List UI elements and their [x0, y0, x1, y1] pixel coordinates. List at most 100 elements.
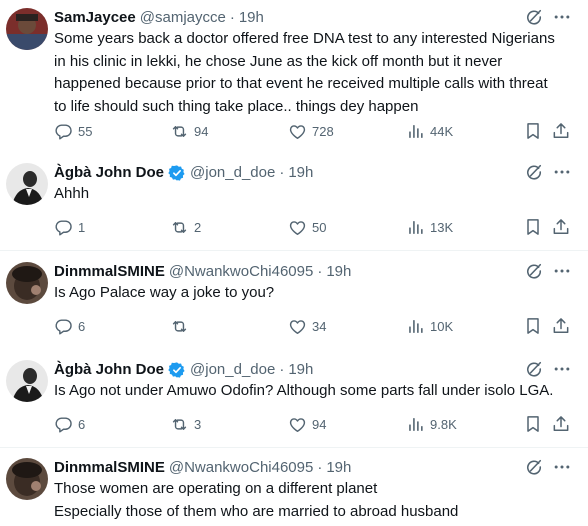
avatar[interactable] — [6, 163, 48, 205]
repost-button[interactable]: 2 — [170, 217, 201, 237]
like-icon — [288, 317, 307, 336]
share-icon[interactable] — [551, 316, 571, 336]
like-count: 94 — [312, 416, 327, 432]
repost-count: 94 — [194, 123, 209, 139]
more-icon[interactable] — [552, 162, 572, 182]
reply-count: 6 — [78, 318, 86, 334]
views-button[interactable]: 44K — [406, 121, 453, 141]
divider — [0, 250, 588, 251]
reply-button[interactable]: 55 — [54, 121, 92, 141]
views-icon — [406, 317, 425, 336]
tweet-text-line: Ahhh — [54, 185, 90, 202]
display-name[interactable]: DinmmalSMINE — [54, 262, 165, 282]
grok-icon[interactable] — [524, 162, 544, 182]
avatar[interactable] — [6, 360, 48, 402]
reply-button[interactable]: 1 — [54, 217, 85, 237]
repost-icon — [170, 415, 189, 434]
repost-button[interactable]: 3 — [170, 414, 201, 434]
like-button[interactable]: 728 — [288, 121, 334, 141]
bookmark-icon[interactable] — [523, 316, 543, 336]
repost-icon — [170, 317, 189, 336]
grok-icon[interactable] — [524, 261, 544, 281]
views-count: 10K — [430, 318, 454, 334]
tweet-text: Ahhh — [54, 183, 584, 206]
views-button[interactable]: 13K — [406, 217, 453, 237]
views-button[interactable]: 9.8K — [406, 414, 457, 434]
grok-icon[interactable] — [524, 359, 544, 379]
views-icon — [406, 415, 425, 434]
separator-dot: · — [317, 263, 323, 280]
like-count: 728 — [312, 123, 334, 139]
display-name[interactable]: DinmmalSMINE — [54, 458, 165, 478]
grok-icon[interactable] — [524, 457, 544, 477]
action-bar: 6 3 94 9.8K — [54, 414, 588, 434]
display-name[interactable]: SamJaycee — [54, 8, 136, 28]
action-bar: 55 94 728 44K — [54, 121, 588, 141]
repost-button[interactable]: 94 — [170, 121, 208, 141]
timestamp[interactable]: 19h — [288, 163, 313, 183]
share-icon[interactable] — [551, 414, 571, 434]
verified-badge-icon[interactable] — [168, 361, 186, 379]
timestamp[interactable]: 19h — [239, 8, 264, 28]
username[interactable]: @jon_d_doe — [190, 163, 275, 183]
tweet-text-line: to life should such thing take place.. t… — [54, 97, 419, 115]
tweet-text-line: Some years back a doctor offered free DN… — [54, 30, 555, 47]
tweet-text-line: Is Ago not under Amuwo Odofin? Although … — [54, 382, 554, 399]
avatar[interactable] — [6, 262, 48, 304]
share-icon[interactable] — [551, 217, 571, 237]
username[interactable]: @samjaycce — [140, 8, 226, 28]
like-button[interactable]: 34 — [288, 316, 326, 336]
more-icon[interactable] — [552, 7, 572, 27]
grok-icon[interactable] — [524, 7, 544, 27]
tweet-header: DinmmalSMINE @NwankwoChi46095 · 19h — [54, 262, 351, 282]
more-icon[interactable] — [552, 261, 572, 281]
repost-button[interactable] — [170, 316, 194, 336]
like-button[interactable]: 94 — [288, 414, 326, 434]
tweet-text: Those women are operating on a different… — [54, 478, 584, 523]
like-icon — [288, 218, 307, 237]
views-count: 13K — [430, 219, 454, 235]
username[interactable]: @NwankwoChi46095 — [169, 458, 313, 478]
like-button[interactable]: 50 — [288, 217, 326, 237]
tweet-header: DinmmalSMINE @NwankwoChi46095 · 19h — [54, 458, 351, 478]
separator-dot: · — [317, 459, 323, 476]
more-icon[interactable] — [552, 457, 572, 477]
timestamp[interactable]: 19h — [288, 360, 313, 380]
bookmark-icon[interactable] — [523, 121, 543, 141]
like-icon — [288, 122, 307, 141]
username[interactable]: @jon_d_doe — [190, 360, 275, 380]
tweet-text: Some years back a doctor offered free DN… — [54, 28, 584, 118]
avatar[interactable] — [6, 458, 48, 500]
timestamp[interactable]: 19h — [326, 458, 351, 478]
display-name[interactable]: Àgbà John Doe — [54, 360, 164, 380]
action-bar: 6 34 10K — [54, 316, 588, 336]
reply-button[interactable]: 6 — [54, 316, 85, 336]
repost-count: 3 — [194, 416, 202, 432]
bookmark-icon[interactable] — [523, 217, 543, 237]
reply-count: 1 — [78, 219, 86, 235]
username[interactable]: @NwankwoChi46095 — [169, 262, 313, 282]
reply-icon — [54, 122, 73, 141]
reply-button[interactable]: 6 — [54, 414, 85, 434]
tweet-text-line: Is Ago Palace way a joke to you? — [54, 284, 275, 301]
tweet-text-line: Those women are operating on a different… — [54, 480, 378, 497]
action-bar: 1 2 50 13K — [54, 217, 588, 237]
verified-badge-icon[interactable] — [168, 164, 186, 182]
repost-icon — [170, 218, 189, 237]
tweet-text: Is Ago not under Amuwo Odofin? Although … — [54, 380, 584, 403]
tweet-text: Is Ago Palace way a joke to you? — [54, 282, 584, 305]
timestamp[interactable]: 19h — [326, 262, 351, 282]
repost-count: 2 — [194, 219, 202, 235]
like-count: 34 — [312, 318, 327, 334]
more-icon[interactable] — [552, 359, 572, 379]
reply-count: 55 — [78, 123, 93, 139]
tweet-header: Àgbà John Doe @jon_d_doe · 19h — [54, 163, 313, 183]
avatar[interactable] — [6, 8, 48, 50]
reply-icon — [54, 317, 73, 336]
views-button[interactable]: 10K — [406, 316, 453, 336]
display-name[interactable]: Àgbà John Doe — [54, 163, 164, 183]
share-icon[interactable] — [551, 121, 571, 141]
tweet-header: Àgbà John Doe @jon_d_doe · 19h — [54, 360, 313, 380]
repost-icon — [170, 122, 189, 141]
bookmark-icon[interactable] — [523, 414, 543, 434]
